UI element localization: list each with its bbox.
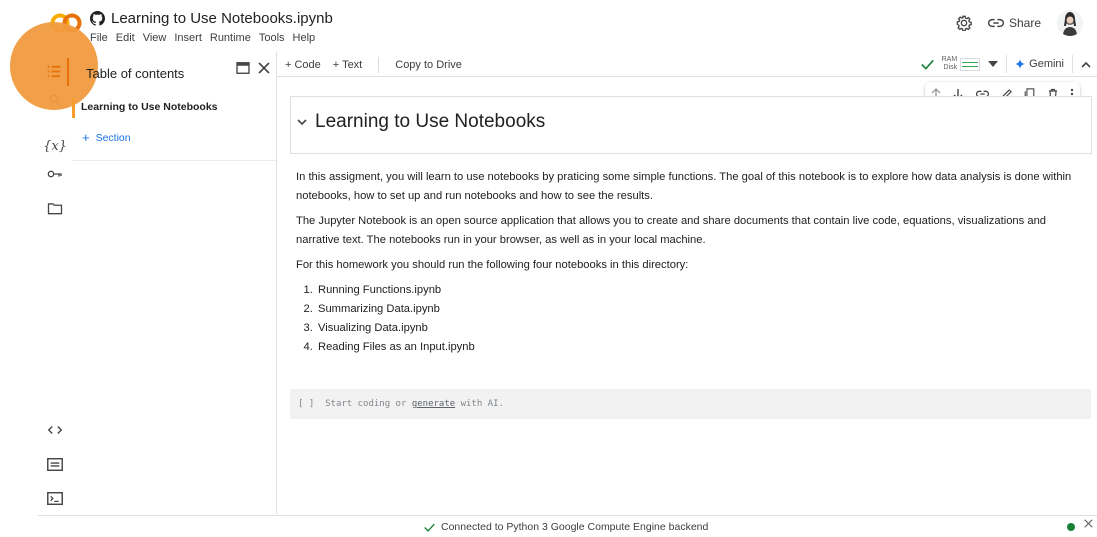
variables-icon[interactable]: {x} — [38, 132, 72, 160]
add-text-button[interactable]: + Text — [333, 59, 362, 71]
folder-icon[interactable] — [38, 194, 72, 222]
close-icon[interactable] — [1084, 519, 1093, 528]
text-cell[interactable]: In this assigment, you will learn to use… — [296, 168, 1076, 357]
share-button[interactable]: Share — [987, 16, 1041, 30]
chevron-up-icon[interactable] — [1081, 61, 1091, 68]
code-placeholder-suffix: with AI. — [460, 399, 504, 409]
add-section-button[interactable]: + Section — [82, 130, 131, 145]
paragraph-homework: For this homework you should run the fol… — [296, 259, 689, 271]
list-item: Visualizing Data.ipynb — [316, 319, 1076, 338]
divider — [72, 160, 276, 161]
caret-down-icon[interactable] — [988, 61, 999, 67]
gemini-button[interactable]: Gemini — [1006, 55, 1073, 73]
toc-entry-label: Learning to Use Notebooks — [81, 101, 218, 113]
disk-label: Disk — [943, 64, 958, 71]
plus-icon: + — [82, 130, 90, 145]
section-heading: Learning to Use Notebooks — [315, 111, 546, 132]
share-label: Share — [1008, 16, 1041, 30]
paragraph-intro: In this assigment, you will learn to use… — [296, 171, 1072, 202]
code-placeholder-prefix: Start coding or — [325, 399, 407, 409]
resource-monitor[interactable]: RAM Disk — [942, 56, 981, 72]
add-code-button[interactable]: + Code — [285, 59, 321, 71]
ram-label: RAM — [941, 56, 958, 63]
list-item: Summarizing Data.ipynb — [316, 300, 1076, 319]
check-icon — [424, 523, 435, 532]
toc-header: Table of contents — [72, 60, 276, 86]
heading-cell[interactable]: Learning to Use Notebooks — [290, 96, 1092, 154]
toc-entry[interactable]: Learning to Use Notebooks — [72, 98, 275, 118]
key-icon[interactable] — [38, 160, 72, 188]
toc-panel: Table of contents Learning to Use Notebo… — [72, 52, 277, 514]
add-section-label: Section — [95, 131, 131, 144]
code-cell[interactable]: [ ] Start coding or generate with AI. — [290, 389, 1091, 419]
gemini-label: Gemini — [1029, 58, 1064, 70]
status-bar: Connected to Python 3 Google Compute Eng… — [38, 515, 1097, 537]
menu-runtime[interactable]: Runtime — [210, 32, 251, 44]
code-snippets-icon[interactable] — [38, 416, 72, 444]
notebook-list: Running Functions.ipynb Summarizing Data… — [296, 281, 1076, 357]
divider — [378, 57, 380, 73]
collapse-chevron-icon[interactable] — [297, 119, 307, 126]
avatar[interactable] — [1057, 10, 1083, 36]
menu-edit[interactable]: Edit — [116, 32, 135, 44]
list-item: Running Functions.ipynb — [316, 281, 1076, 300]
list-item: Reading Files as an Input.ipynb — [316, 338, 1076, 357]
settings-icon[interactable] — [956, 15, 972, 31]
ram-bar — [962, 61, 979, 63]
list-icon — [47, 65, 61, 78]
sparkle-icon — [1015, 59, 1026, 69]
toc-toggle-button[interactable] — [43, 58, 69, 86]
menu-insert[interactable]: Insert — [174, 32, 202, 44]
command-palette-icon[interactable] — [38, 450, 72, 478]
link-icon — [987, 18, 1004, 28]
disk-bar — [962, 65, 979, 67]
connection-status-dot — [1067, 523, 1075, 531]
notebook-title[interactable]: Learning to Use Notebooks.ipynb — [111, 10, 333, 27]
menu-view[interactable]: View — [143, 32, 167, 44]
check-icon — [920, 59, 934, 70]
run-brackets[interactable]: [ ] — [298, 399, 314, 409]
copy-to-drive-button[interactable]: Copy to Drive — [395, 59, 462, 71]
close-icon[interactable] — [258, 62, 270, 74]
status-message: Connected to Python 3 Google Compute Eng… — [441, 521, 709, 533]
generate-link[interactable]: generate — [412, 399, 455, 409]
paragraph-jupyter: The Jupyter Notebook is an open source a… — [296, 215, 1047, 246]
menu-help[interactable]: Help — [293, 32, 316, 44]
open-in-tab-icon[interactable] — [236, 62, 250, 74]
notebook-toolbar: + Code + Text Copy to Drive RAM Disk Gem… — [277, 52, 1097, 77]
toc-title: Table of contents — [86, 66, 185, 81]
menu-bar: File Edit View Insert Runtime Tools Help — [90, 32, 315, 44]
github-icon — [90, 11, 105, 26]
menu-file[interactable]: File — [90, 32, 108, 44]
terminal-icon[interactable] — [38, 484, 72, 512]
menu-tools[interactable]: Tools — [259, 32, 285, 44]
